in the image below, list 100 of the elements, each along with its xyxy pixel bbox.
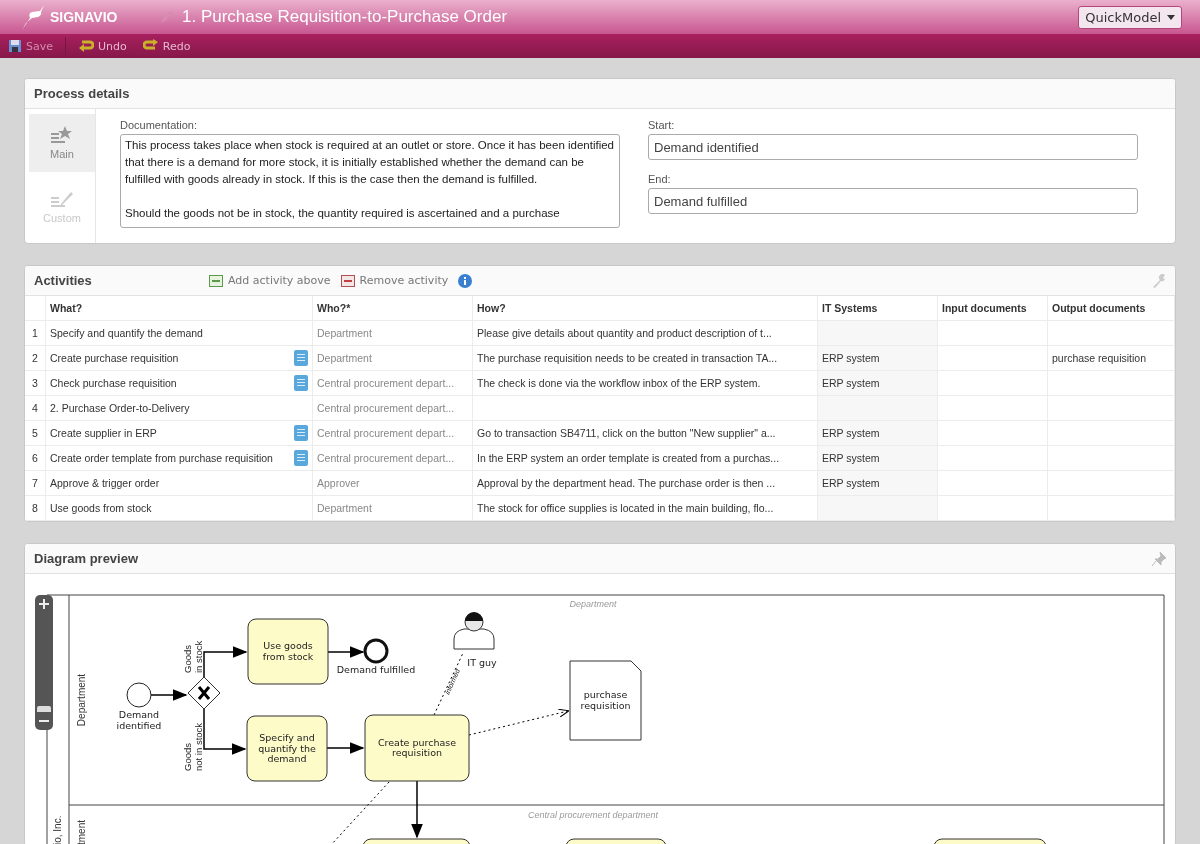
row-number: 1 <box>25 321 46 346</box>
task-label: Specify and quantify the demand <box>258 732 316 765</box>
sequence-flow <box>203 708 247 755</box>
association-line <box>433 652 464 716</box>
star-list-icon <box>51 126 73 144</box>
table-cell: The check is done via the workflow inbox of the ERP system. <box>473 371 818 396</box>
logo-text: SIGNAVIO <box>50 9 118 25</box>
document-icon[interactable] <box>294 350 308 366</box>
table-cell: ERP system <box>818 421 938 446</box>
column-header[interactable]: IT Systems <box>818 296 938 321</box>
table-cell: Department <box>313 346 473 371</box>
lane-title: Central procurement department <box>527 810 659 820</box>
table-cell: Approver <box>313 471 473 496</box>
pen-list-icon <box>51 190 73 208</box>
field-label: End: <box>648 173 672 185</box>
document-icon[interactable] <box>294 375 308 391</box>
add-activity-button[interactable]: Add activity above <box>209 274 331 287</box>
undo-icon <box>78 39 94 53</box>
table-cell: Central procurement depart... <box>313 371 473 396</box>
table-cell: 2. Purchase Order-to-Delivery <box>46 396 313 421</box>
table-cell: Central procurement depart... <box>313 446 473 471</box>
document-icon[interactable] <box>294 450 308 466</box>
row-number: 6 <box>25 446 46 471</box>
table-cell: Department <box>313 496 473 521</box>
zoom-in-icon <box>39 599 49 609</box>
column-header[interactable]: Output documents <box>1048 296 1175 321</box>
process-title: 1. Purchase Requisition-to-Purchase Order <box>182 7 508 27</box>
table-cell: Approve & trigger order <box>46 471 313 496</box>
documentation-field[interactable]: This process takes place when stock is required at an outlet or store. Once it has been identified that there is a demand for more stock, it is initially established whether the demand can be fulfilled with goods already in stock. If this is the case then the demand is fulfilled. Should the goods not be in stock, the quantity required is ascertained and a purchase <box>120 134 620 228</box>
pool-label: io, Inc. <box>52 815 63 844</box>
table-cell: Central procurement depart... <box>313 396 473 421</box>
row-number: 8 <box>25 496 46 521</box>
undo-button[interactable]: Undo <box>74 39 131 53</box>
table-cell: Central procurement depart... <box>313 421 473 446</box>
sequence-flow <box>327 646 365 658</box>
wrench-icon[interactable] <box>1152 273 1166 288</box>
table-cell: ERP system <box>818 371 938 396</box>
row-number: 3 <box>25 371 46 396</box>
event-label: Demand identified <box>116 709 162 731</box>
row-number: 4 <box>25 396 46 421</box>
table-cell: Create order template from purchase requisition <box>46 446 313 471</box>
mode-dropdown[interactable]: QuickModel <box>1078 5 1182 29</box>
sequence-flow <box>411 780 423 839</box>
flow-label: Goods not in stock <box>182 722 204 771</box>
exclusive-gateway <box>187 676 221 710</box>
table-cell: Department <box>313 321 473 346</box>
table-cell: ERP system <box>818 446 938 471</box>
table-cell: The purchase requisition needs to be created in transaction TA... <box>473 346 818 371</box>
table-cell: The stock for office supplies is located in the main building, flo... <box>473 496 818 521</box>
row-number: 2 <box>25 346 46 371</box>
panel-title: Activities <box>34 273 93 288</box>
task-label: Create purchase requisition <box>377 736 457 759</box>
lane-label: tment <box>76 820 87 844</box>
table-cell: ERP system <box>818 471 938 496</box>
table-cell: Go to transaction SB4711, click on the button "New supplier" a... <box>473 421 818 446</box>
redo-icon <box>142 39 159 53</box>
lane-label: Department <box>76 673 87 727</box>
person-icon <box>453 612 495 650</box>
sequence-flow <box>150 689 188 701</box>
flow-label: Goods in stock <box>182 640 204 673</box>
document-icon[interactable] <box>294 425 308 441</box>
sequence-flow <box>326 742 365 754</box>
task-label: Use goods from stock <box>262 640 314 662</box>
field-label: Start: <box>648 119 676 131</box>
column-header[interactable]: Input documents <box>938 296 1048 321</box>
panel-title: Process details <box>34 86 130 101</box>
sequence-flow <box>203 646 248 678</box>
association-line <box>330 781 390 844</box>
table-cell: In the ERP system an order template is created from a purchas... <box>473 446 818 471</box>
table-cell: Create purchase requisition <box>46 346 313 371</box>
table-cell: Approval by the department head. The purchase order is then ... <box>473 471 818 496</box>
pencil-icon <box>160 10 174 24</box>
row-number: 5 <box>25 421 46 446</box>
table-cell: Specify and quantify the demand <box>46 321 313 346</box>
end-event <box>363 638 389 664</box>
row-number: 7 <box>25 471 46 496</box>
zoom-slider[interactable] <box>35 595 53 730</box>
column-header[interactable]: What? <box>46 296 313 321</box>
end-field[interactable]: Demand fulfilled <box>648 188 1138 214</box>
redo-button[interactable]: Redo <box>138 39 195 53</box>
remove-row-icon <box>340 274 355 287</box>
data-object-label: purchase requisition <box>580 689 631 711</box>
table-cell: Use goods from stock <box>46 496 313 521</box>
start-field[interactable]: Demand identified <box>648 134 1138 160</box>
field-label: Documentation: <box>120 119 199 131</box>
info-icon[interactable] <box>458 273 473 288</box>
lane-title: Department <box>569 599 617 609</box>
panel-title: Diagram preview <box>34 551 139 566</box>
pin-icon[interactable] <box>1152 551 1166 566</box>
column-header[interactable]: How? <box>473 296 818 321</box>
add-row-icon <box>209 274 223 287</box>
table-cell: ERP system <box>818 346 938 371</box>
table-cell: Check purchase requisition <box>46 371 313 396</box>
start-event <box>126 682 152 708</box>
caret-icon <box>1167 14 1175 20</box>
table-cell: purchase requisition <box>1048 346 1175 371</box>
table-cell: Create supplier in ERP <box>46 421 313 446</box>
column-header[interactable]: Who?* <box>313 296 473 321</box>
remove-activity-button[interactable]: Remove activity <box>340 274 449 287</box>
event-label: Demand fulfilled <box>336 664 416 675</box>
